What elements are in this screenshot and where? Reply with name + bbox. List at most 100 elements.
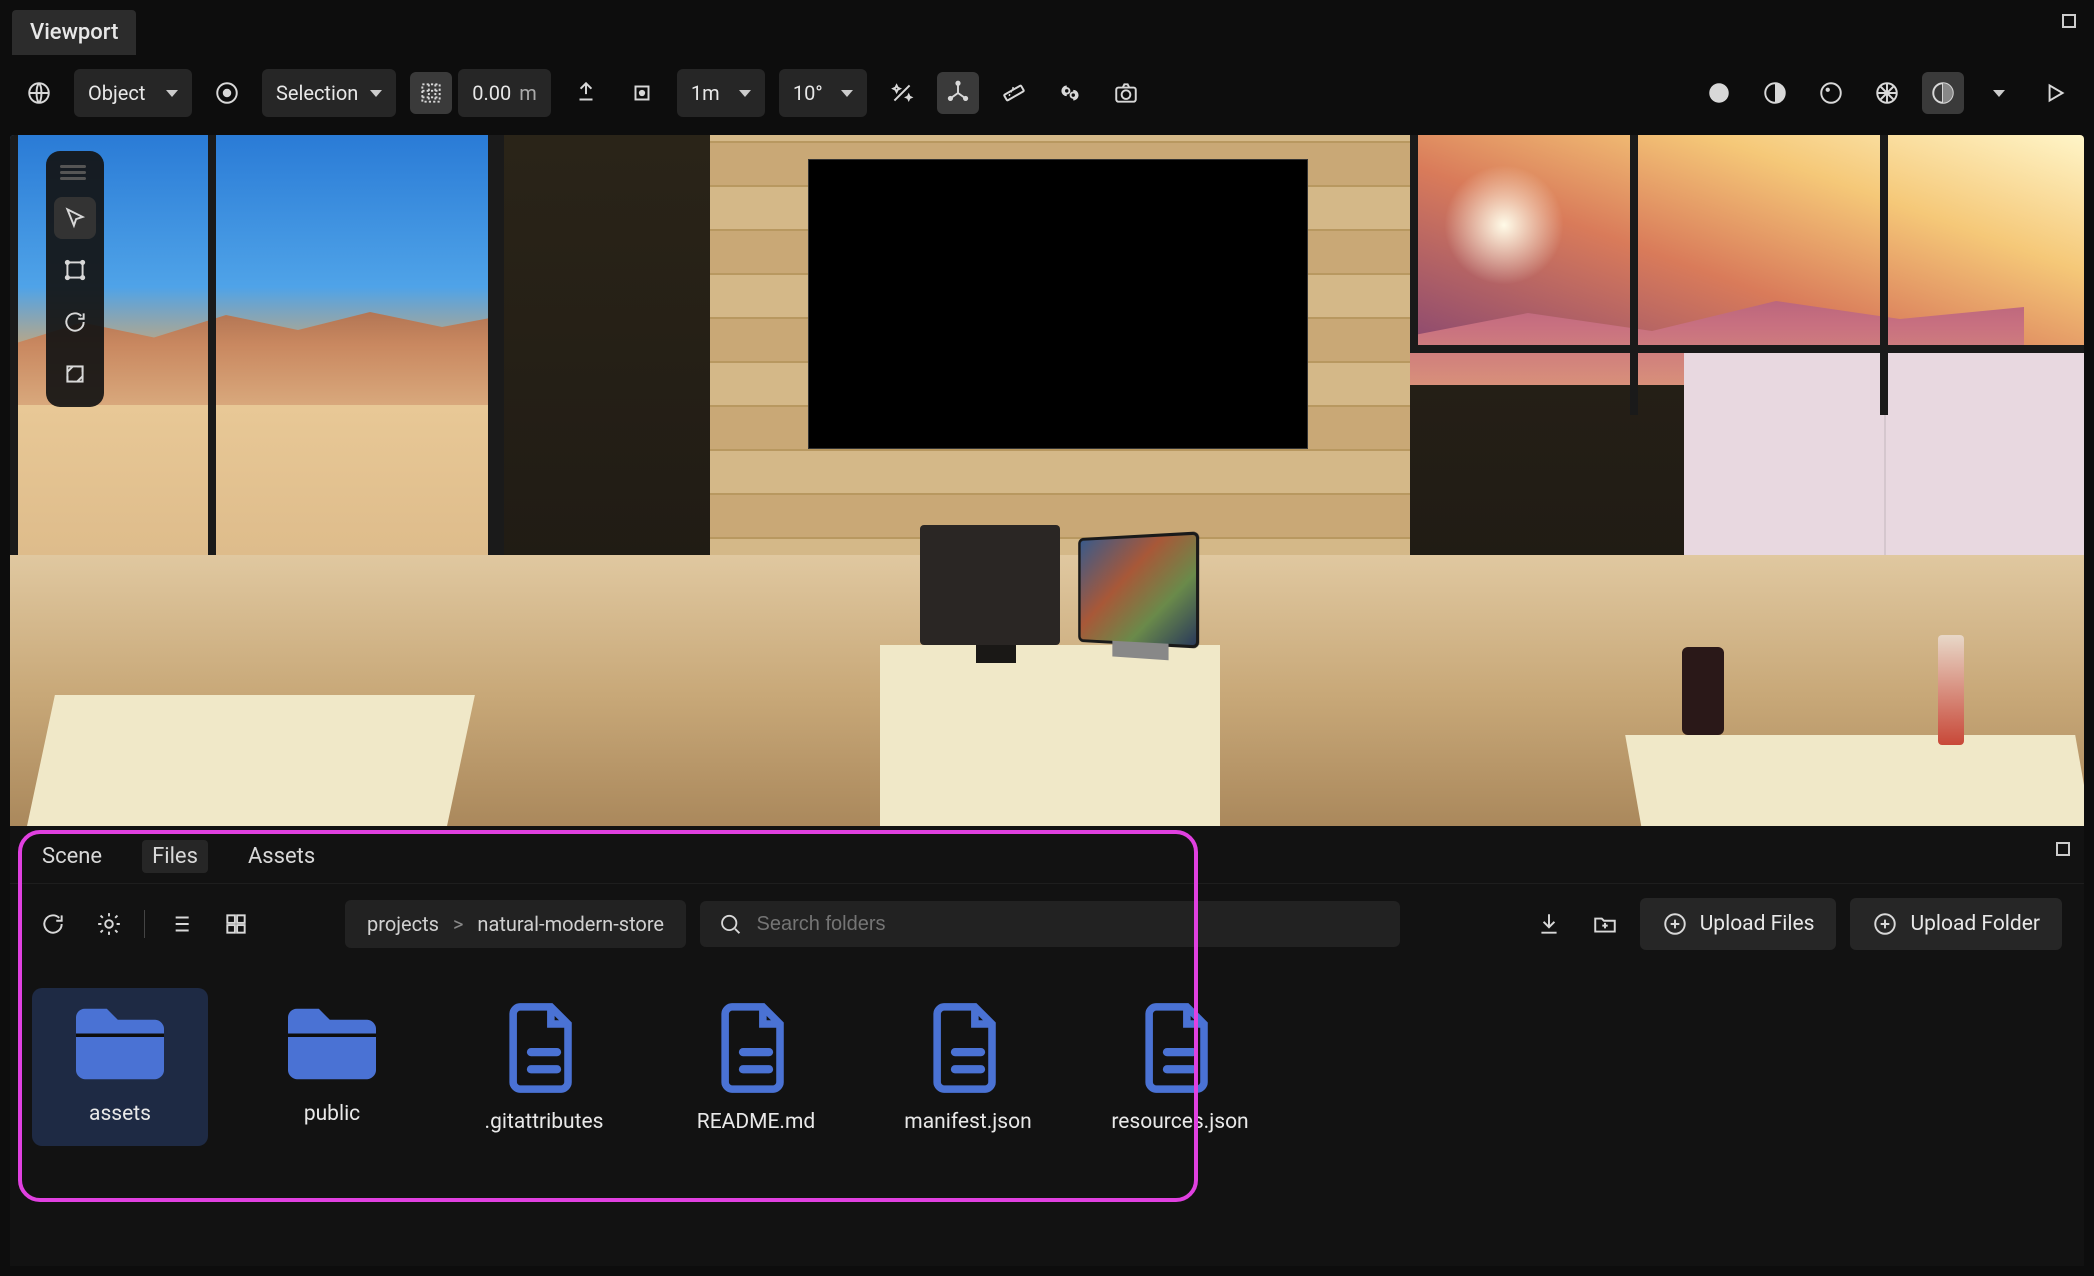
world-space-icon[interactable]: [18, 72, 60, 114]
snap-angle-label: 10°: [793, 81, 823, 105]
tab-assets[interactable]: Assets: [238, 840, 325, 873]
snap-distance-dropdown[interactable]: 1m: [677, 69, 765, 117]
file-name-label: .gitattributes: [485, 1110, 604, 1134]
refresh-icon[interactable]: [32, 903, 74, 945]
separator: [144, 910, 145, 938]
panel-tabs: Viewport: [0, 0, 2094, 55]
file-item[interactable]: README.md: [668, 988, 844, 1146]
file-icon: [708, 1000, 804, 1096]
file-name-label: README.md: [697, 1110, 815, 1134]
folder-item[interactable]: assets: [32, 988, 208, 1146]
tab-files[interactable]: Files: [142, 840, 208, 873]
scene-pedestal: [25, 695, 475, 835]
file-name-label: public: [304, 1102, 360, 1126]
grid-unit: m: [519, 81, 537, 105]
scene-mullion: [1410, 135, 1418, 345]
tab-viewport[interactable]: Viewport: [12, 10, 136, 55]
shading-more-dropdown[interactable]: [1978, 72, 2020, 114]
scene-mullion: [488, 135, 504, 625]
gear-icon[interactable]: [88, 903, 130, 945]
snap-center-icon[interactable]: [621, 72, 663, 114]
folder-item[interactable]: public: [244, 988, 420, 1146]
scene-tv-screen: [808, 159, 1308, 449]
viewport-3d[interactable]: [10, 135, 2084, 835]
upload-folder-label: Upload Folder: [1910, 912, 2040, 936]
scene-mullion: [1880, 135, 1888, 415]
snap-vertex-icon[interactable]: [565, 72, 607, 114]
maximize-icon[interactable]: [2062, 14, 2076, 28]
new-folder-icon[interactable]: [1584, 903, 1626, 945]
toolbar-right-group: [1698, 72, 2076, 114]
chevron-down-icon: [370, 90, 382, 97]
file-item[interactable]: .gitattributes: [456, 988, 632, 1146]
transform-space-dropdown[interactable]: Object: [74, 69, 192, 117]
maximize-icon[interactable]: [2056, 842, 2070, 856]
chevron-down-icon: [841, 90, 853, 97]
breadcrumb-separator: >: [453, 912, 463, 936]
breadcrumb-root[interactable]: projects: [367, 912, 439, 936]
folder-icon: [66, 1000, 174, 1088]
snap-angle-dropdown[interactable]: 10°: [779, 69, 867, 117]
scene-pedestal: [1625, 735, 2084, 835]
file-item[interactable]: manifest.json: [880, 988, 1056, 1146]
scene-mullion: [1630, 135, 1638, 415]
upload-icon: [1872, 911, 1898, 937]
magic-wand-icon[interactable]: [881, 72, 923, 114]
grid-view-icon[interactable]: [215, 903, 257, 945]
scene-mullion: [1410, 345, 2084, 353]
file-name-label: manifest.json: [904, 1110, 1031, 1134]
measure-icon[interactable]: [993, 72, 1035, 114]
drag-handle-icon[interactable]: [54, 163, 92, 181]
files-grid: assets public .gitattributes README.md m…: [10, 964, 2084, 1170]
scene-product-tv-curved: [1078, 531, 1199, 648]
snap-distance-label: 1m: [691, 81, 720, 105]
gizmo-toggle[interactable]: [937, 72, 979, 114]
upload-folder-button[interactable]: Upload Folder: [1850, 898, 2062, 950]
chevron-down-icon: [166, 90, 178, 97]
scene-mullion: [10, 135, 18, 625]
pivot-mode-dropdown[interactable]: Selection: [262, 69, 396, 117]
tab-scene[interactable]: Scene: [32, 840, 112, 873]
shading-wire-icon[interactable]: [1866, 72, 1908, 114]
scene-mullion: [208, 135, 216, 625]
select-tool[interactable]: [54, 197, 96, 239]
expand-tool[interactable]: [54, 353, 96, 395]
upload-icon: [1662, 911, 1688, 937]
file-icon: [1132, 1000, 1228, 1096]
shading-smooth-icon[interactable]: [1754, 72, 1796, 114]
scene-product-phone: [1682, 647, 1724, 735]
upload-files-button[interactable]: Upload Files: [1640, 898, 1837, 950]
grid-snap-group: 0.00 m: [410, 69, 551, 117]
file-name-label: assets: [89, 1102, 151, 1126]
scene-pedestal: [880, 645, 1220, 835]
pivot-icon[interactable]: [206, 72, 248, 114]
files-toolbar: projects > natural-modern-store Upload F…: [10, 884, 2084, 964]
file-icon: [496, 1000, 592, 1096]
shading-flat-icon[interactable]: [1698, 72, 1740, 114]
file-name-label: resources.json: [1111, 1110, 1248, 1134]
play-button[interactable]: [2034, 72, 2076, 114]
chevron-down-icon: [739, 90, 751, 97]
pivot-mode-label: Selection: [276, 81, 358, 105]
chevron-down-icon: [1993, 90, 2005, 97]
search-input[interactable]: [757, 913, 1383, 936]
search-folders[interactable]: [700, 901, 1400, 947]
scene-product-tv: [920, 525, 1060, 645]
bottom-panel-tabs: Scene Files Assets: [10, 826, 2084, 884]
breadcrumb[interactable]: projects > natural-modern-store: [345, 900, 686, 948]
transform-space-label: Object: [88, 81, 145, 105]
bounds-tool[interactable]: [54, 249, 96, 291]
shading-material-icon[interactable]: [1922, 72, 1964, 114]
camera-icon[interactable]: [1105, 72, 1147, 114]
refresh-tool[interactable]: [54, 301, 96, 343]
link-icon[interactable]: [1049, 72, 1091, 114]
file-icon: [920, 1000, 1016, 1096]
folder-icon: [278, 1000, 386, 1088]
breadcrumb-leaf[interactable]: natural-modern-store: [477, 912, 664, 936]
file-item[interactable]: resources.json: [1092, 988, 1268, 1146]
grid-snap-toggle[interactable]: [410, 72, 452, 114]
viewport-tool-panel: [46, 151, 104, 407]
shading-lit-icon[interactable]: [1810, 72, 1852, 114]
download-icon[interactable]: [1528, 903, 1570, 945]
list-view-icon[interactable]: [159, 903, 201, 945]
